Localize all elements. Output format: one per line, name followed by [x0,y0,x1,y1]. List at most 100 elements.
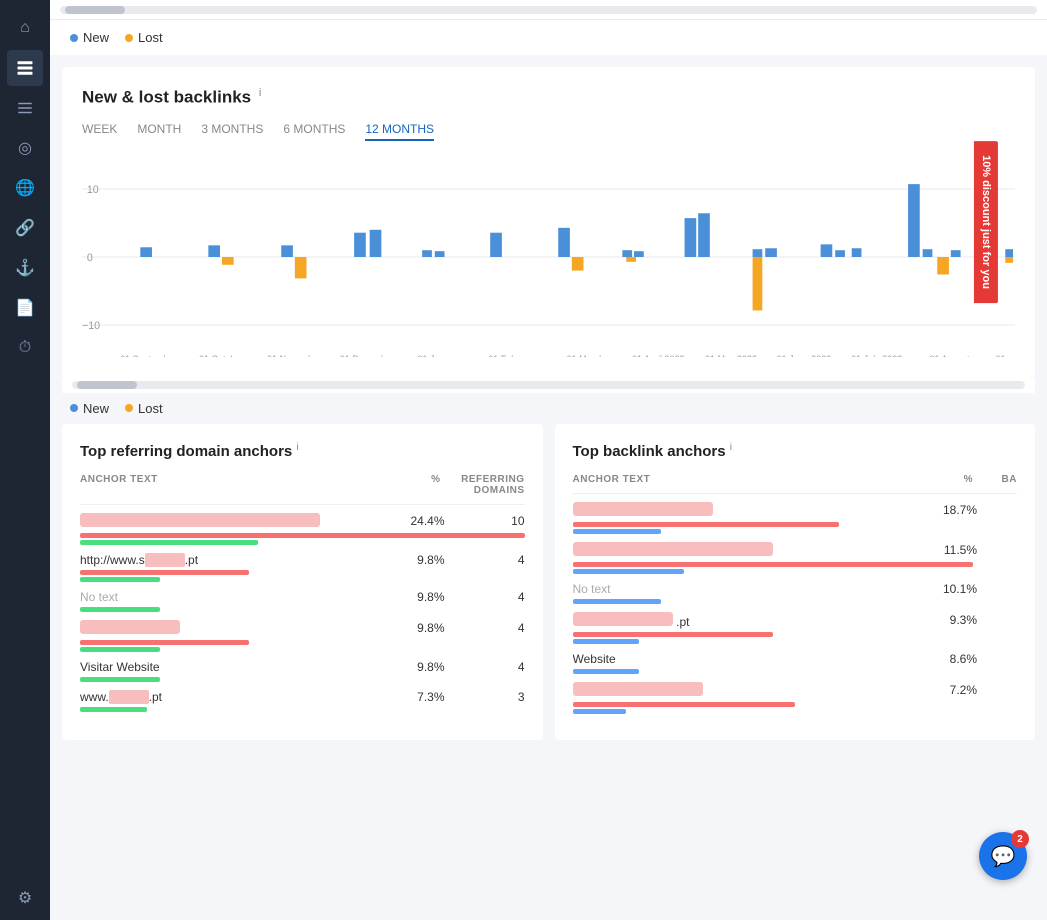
row-data: Visitar Website 9.8% 4 [80,660,525,674]
lost-dot [125,34,133,42]
bar-container [80,707,525,712]
x-label-jan: 01 January2022 [403,354,476,357]
bar-blue [573,669,640,674]
legend-new: New [70,30,109,45]
pct-value: 8.6% [917,652,977,666]
sidebar-clock[interactable]: ⏱ [7,330,43,366]
bar-container [80,640,525,645]
x-label-mar: 01 March2022 [549,354,622,357]
bar-blue-container [573,639,1018,644]
sidebar-settings[interactable]: ⚙ [7,880,43,916]
bottom-scrollbar-track[interactable] [72,381,1025,389]
table-row: 11.5% [573,542,1018,574]
table-row: .pt 9.3% [573,612,1018,644]
scrollbar-track[interactable] [60,6,1037,14]
anchor-blurred [573,542,773,556]
pct-value: 7.2% [917,683,977,697]
sidebar-link[interactable]: 🔗 [7,210,43,246]
top-scrollbar[interactable] [50,0,1047,20]
legend-lost-label: Lost [138,30,163,45]
bar-blue [573,709,626,714]
bar-green [80,707,147,712]
bar-red [80,533,525,538]
tab-week[interactable]: WEEK [82,122,117,141]
anchor-blurred [573,682,703,696]
anchor-text-www: www..pt [80,690,385,704]
sidebar-doc[interactable]: 📄 [7,290,43,326]
row-data: http://www.s.pt 9.8% 4 [80,553,525,567]
second-legend-new: New [70,401,109,416]
bar-container [80,533,525,538]
bar-green [80,647,160,652]
table-row: 9.8% 4 [80,620,525,652]
table-row: http://www.s.pt 9.8% 4 [80,553,525,582]
table-row: Visitar Website 9.8% 4 [80,660,525,682]
x-label-aug: 01 August2022 [913,354,986,357]
x-label-jul: 01 July 2022 [840,354,913,357]
tab-6months[interactable]: 6 MONTHS [283,122,345,141]
bottom-scrollbar[interactable] [62,377,1035,393]
pct-value: 9.3% [917,613,977,627]
period-tabs: WEEK MONTH 3 MONTHS 6 MONTHS 12 MONTHS [82,122,1015,141]
tab-12months[interactable]: 12 MONTHS [365,122,434,141]
bar-red [573,562,973,567]
scrollbar-thumb[interactable] [65,6,125,14]
x-label-may: 01 May 2022 [695,354,768,357]
bar-green [80,540,258,545]
new-dot [70,34,78,42]
x-label-jun: 01 June 2022 [767,354,840,357]
left-col-pct: % [381,474,441,496]
table-row: Website 8.6% [573,652,1018,674]
sidebar-target[interactable]: ◎ [7,130,43,166]
bar-red [573,702,795,707]
sidebar-home[interactable]: ⌂ [7,10,43,46]
bar-chart: 10 0 −10 [82,157,1015,357]
table-row: 18.7% [573,502,1018,534]
legend-lost: Lost [125,30,163,45]
second-legend: New Lost [50,393,1047,424]
sidebar: ⌂ ◎ 🌐 🔗 ⚓ 📄 ⏱ ⚙ [0,0,50,920]
row-data: 11.5% [573,542,1018,559]
chat-badge: 2 [1011,830,1029,848]
row-data: www..pt 7.3% 3 [80,690,525,704]
sidebar-anchor[interactable]: ⚓ [7,250,43,286]
chat-button[interactable]: 💬 2 [979,832,1027,880]
anchor-blurred [80,620,180,634]
row-data: 9.8% 4 [80,620,525,637]
anchor-blurred [573,612,673,626]
main-content: New Lost New & lost backlinks i WEEK MON… [50,0,1047,920]
svg-text:−10: −10 [82,320,100,332]
x-label-oct: 01 October2021 [185,354,258,357]
right-col-pct: % [913,474,973,485]
bar-container [573,562,1018,567]
chart-section: New & lost backlinks i WEEK MONTH 3 MONT… [62,67,1035,377]
discount-banner[interactable]: 10% discount just for you [974,141,998,303]
right-col-anchor: ANCHOR TEXT [573,474,910,485]
bar-container [80,607,525,612]
pct-value: 9.8% [385,590,445,604]
bar-blue [573,599,662,604]
sidebar-menu[interactable] [7,90,43,126]
left-panel-title: Top referring domain anchors i [80,442,525,460]
pct-value: 18.7% [917,503,977,517]
domain-value: 4 [445,590,525,604]
bar-blue-container [573,709,1018,714]
tab-month[interactable]: MONTH [137,122,181,141]
right-col-ba: BA [977,474,1017,485]
table-row: 24.4% 10 [80,513,525,545]
x-label-sep: 01 September2021 [112,354,185,357]
sidebar-layers[interactable] [7,50,43,86]
domain-value: 4 [445,621,525,635]
right-panel-title: Top backlink anchors i [573,442,1018,460]
domain-value: 4 [445,553,525,567]
tab-3months[interactable]: 3 MONTHS [201,122,263,141]
sidebar-globe[interactable]: 🌐 [7,170,43,206]
pct-value: 11.5% [917,543,977,557]
pct-value: 7.3% [385,690,445,704]
bottom-scrollbar-thumb[interactable] [77,381,137,389]
second-legend-lost: Lost [125,401,163,416]
bar-container [573,702,1018,707]
pct-value: 10.1% [917,582,977,596]
pct-value: 9.8% [385,553,445,567]
top-legend: New Lost [50,20,1047,55]
